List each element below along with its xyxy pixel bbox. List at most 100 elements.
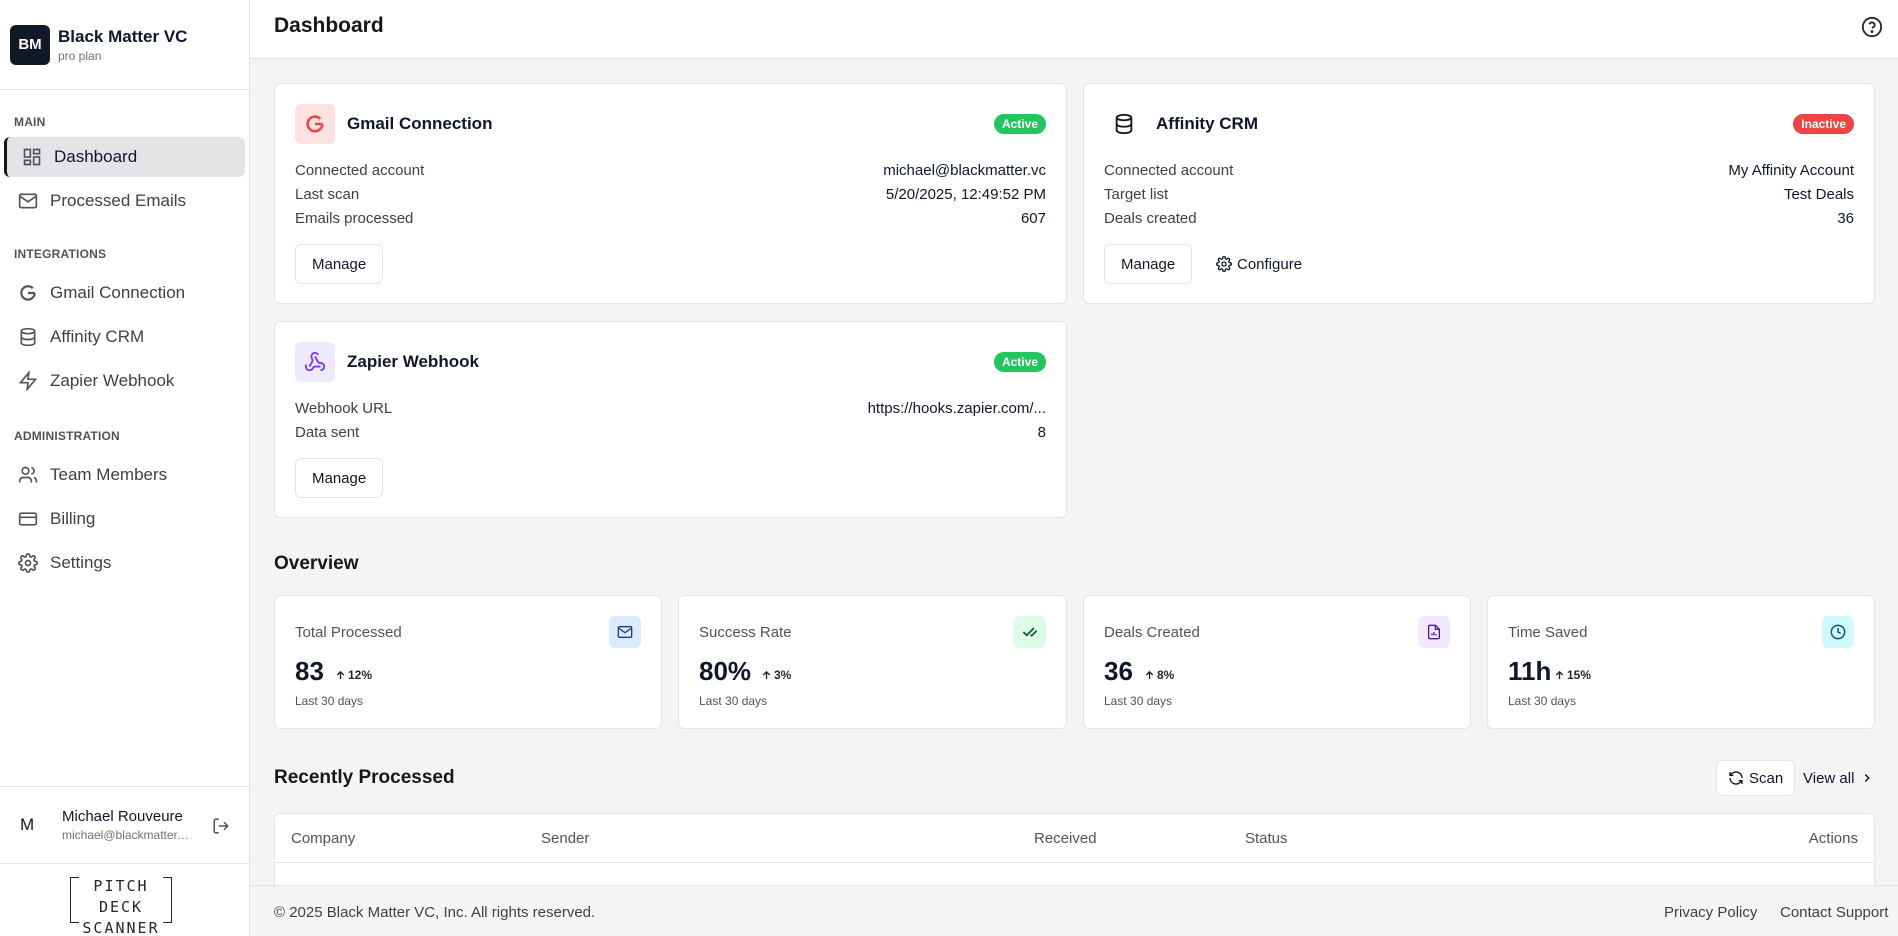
privacy-policy-link[interactable]: Privacy Policy (1664, 904, 1757, 921)
view-all-label: View all (1803, 769, 1855, 787)
mail-icon (18, 193, 38, 209)
gmail-connection-card: Gmail Connection Active Connected accoun… (274, 83, 1067, 304)
stat-delta: 3% (761, 668, 791, 682)
sidebar: BM Black Matter VC pro plan MAIN Dashboa… (0, 0, 250, 936)
sidebar-item-dashboard[interactable]: Dashboard (4, 137, 245, 177)
card-title: Gmail Connection (347, 114, 493, 133)
brand[interactable]: BM Black Matter VC pro plan (0, 0, 249, 90)
overview-title: Overview (274, 553, 359, 574)
detail-value: michael@blackmatter.vc (883, 162, 1046, 179)
detail-label: Emails processed (295, 210, 414, 227)
arrow-up-icon (762, 670, 771, 679)
stat-icon-box (1822, 616, 1854, 648)
card-title: Affinity CRM (1156, 114, 1258, 133)
copyright: © 2025 Black Matter VC, Inc. All rights … (274, 904, 596, 921)
nav-section-integrations: INTEGRATIONS (14, 247, 107, 261)
detail-label: Last scan (295, 186, 360, 203)
sidebar-item-label: Settings (50, 553, 112, 572)
stat-delta-value: 15% (1567, 668, 1592, 682)
detail-value: https://hooks.zapier.com/... (867, 400, 1046, 417)
mail-icon (617, 626, 633, 638)
top-header: Dashboard (250, 0, 1898, 59)
detail-value: 607 (1020, 210, 1046, 227)
column-header-company: Company (291, 830, 356, 847)
zapier-icon-box (295, 342, 335, 382)
detail-label: Connected account (1104, 162, 1234, 179)
sidebar-item-team[interactable]: Team Members (4, 455, 245, 495)
google-icon (20, 285, 36, 301)
card-header: Zapier Webhook Active (295, 342, 1046, 382)
stat-period: Last 30 days (1508, 694, 1577, 708)
gear-icon (18, 553, 38, 573)
logout-icon[interactable] (212, 817, 230, 835)
sidebar-item-zapier[interactable]: Zapier Webhook (4, 361, 245, 401)
stat-period: Last 30 days (1104, 694, 1173, 708)
manage-affinity-button[interactable]: Manage (1104, 244, 1193, 284)
file-chart-icon (1428, 624, 1440, 640)
nav-section-administration: ADMINISTRATION (14, 429, 120, 443)
configure-label: Configure (1237, 255, 1303, 273)
table-divider (275, 862, 1874, 863)
stat-period: Last 30 days (295, 694, 364, 708)
sidebar-item-billing[interactable]: Billing (4, 499, 245, 539)
footer: © 2025 Black Matter VC, Inc. All rights … (250, 885, 1898, 936)
column-header-status: Status (1245, 830, 1288, 847)
detail-label: Deals created (1104, 210, 1197, 227)
manage-zapier-button[interactable]: Manage (295, 458, 384, 498)
manage-gmail-button[interactable]: Manage (295, 244, 384, 284)
column-header-sender: Sender (541, 830, 590, 847)
sidebar-item-processed-emails[interactable]: Processed Emails (4, 181, 245, 221)
stat-value: 36 (1104, 656, 1133, 686)
detail-value: 36 (1837, 210, 1854, 227)
stat-label: Success Rate (699, 624, 792, 641)
product-logo-line1: PITCH DECK (93, 877, 149, 916)
sidebar-item-label: Gmail Connection (50, 283, 186, 302)
detail-value: Test Deals (1783, 186, 1854, 203)
contact-support-link[interactable]: Contact Support (1780, 904, 1888, 921)
column-header-actions: Actions (1808, 830, 1858, 847)
sidebar-item-label: Affinity CRM (50, 327, 145, 346)
column-header-received: Received (1034, 830, 1097, 847)
user-name: Michael Rouveure (62, 808, 183, 825)
detail-value: 5/20/2025, 12:49:52 PM (885, 186, 1046, 203)
detail-label: Webhook URL (295, 400, 393, 417)
user-profile[interactable]: M Michael Rouveure michael@blackmatter.v… (0, 786, 250, 864)
nav-section-main: MAIN (14, 115, 46, 129)
stat-delta-value: 12% (348, 668, 373, 682)
configure-affinity-button[interactable]: Configure (1216, 244, 1302, 284)
sidebar-item-label: Billing (50, 509, 96, 528)
check-check-icon (1022, 627, 1038, 637)
detail-row: Target list Test Deals (1104, 186, 1854, 203)
scan-button[interactable]: Scan (1716, 760, 1796, 796)
view-all-link[interactable]: View all (1803, 758, 1874, 798)
chevron-right-icon (1865, 773, 1871, 783)
sidebar-item-gmail[interactable]: Gmail Connection (4, 273, 245, 313)
arrow-up-icon (1555, 670, 1564, 679)
detail-label: Target list (1104, 186, 1169, 203)
detail-value: My Affinity Account (1728, 162, 1854, 179)
detail-value: 8 (1037, 424, 1046, 441)
stat-icon-box (609, 616, 641, 648)
help-icon[interactable] (1861, 16, 1883, 38)
status-badge: Active (993, 352, 1046, 372)
stat-card-total-processed: Total Processed 83 12% Last 30 days (274, 595, 662, 729)
detail-row: Emails processed 607 (295, 210, 1046, 227)
scan-label: Scan (1749, 769, 1784, 787)
sidebar-item-label: Processed Emails (50, 191, 187, 210)
affinity-crm-card: Affinity CRM Inactive Connected account M… (1083, 83, 1875, 304)
status-badge: Active (993, 114, 1046, 134)
dashboard-icon (23, 148, 41, 166)
sidebar-item-settings[interactable]: Settings (4, 543, 245, 583)
detail-row: Connected account michael@blackmatter.vc (295, 162, 1046, 179)
database-icon (20, 327, 36, 347)
card-header: Gmail Connection Active (295, 104, 1046, 144)
zapier-webhook-card: Zapier Webhook Active Webhook URL https:/… (274, 321, 1067, 518)
gmail-icon-box (295, 104, 335, 144)
sidebar-item-affinity[interactable]: Affinity CRM (4, 317, 245, 357)
stat-card-deals-created: Deals Created 36 8% Last 30 days (1083, 595, 1471, 729)
clock-icon (1830, 624, 1846, 640)
detail-row: Webhook URL https://hooks.zapier.com/... (295, 400, 1046, 417)
zap-icon (18, 371, 38, 391)
database-icon (1115, 113, 1133, 135)
stat-label: Time Saved (1508, 624, 1588, 641)
